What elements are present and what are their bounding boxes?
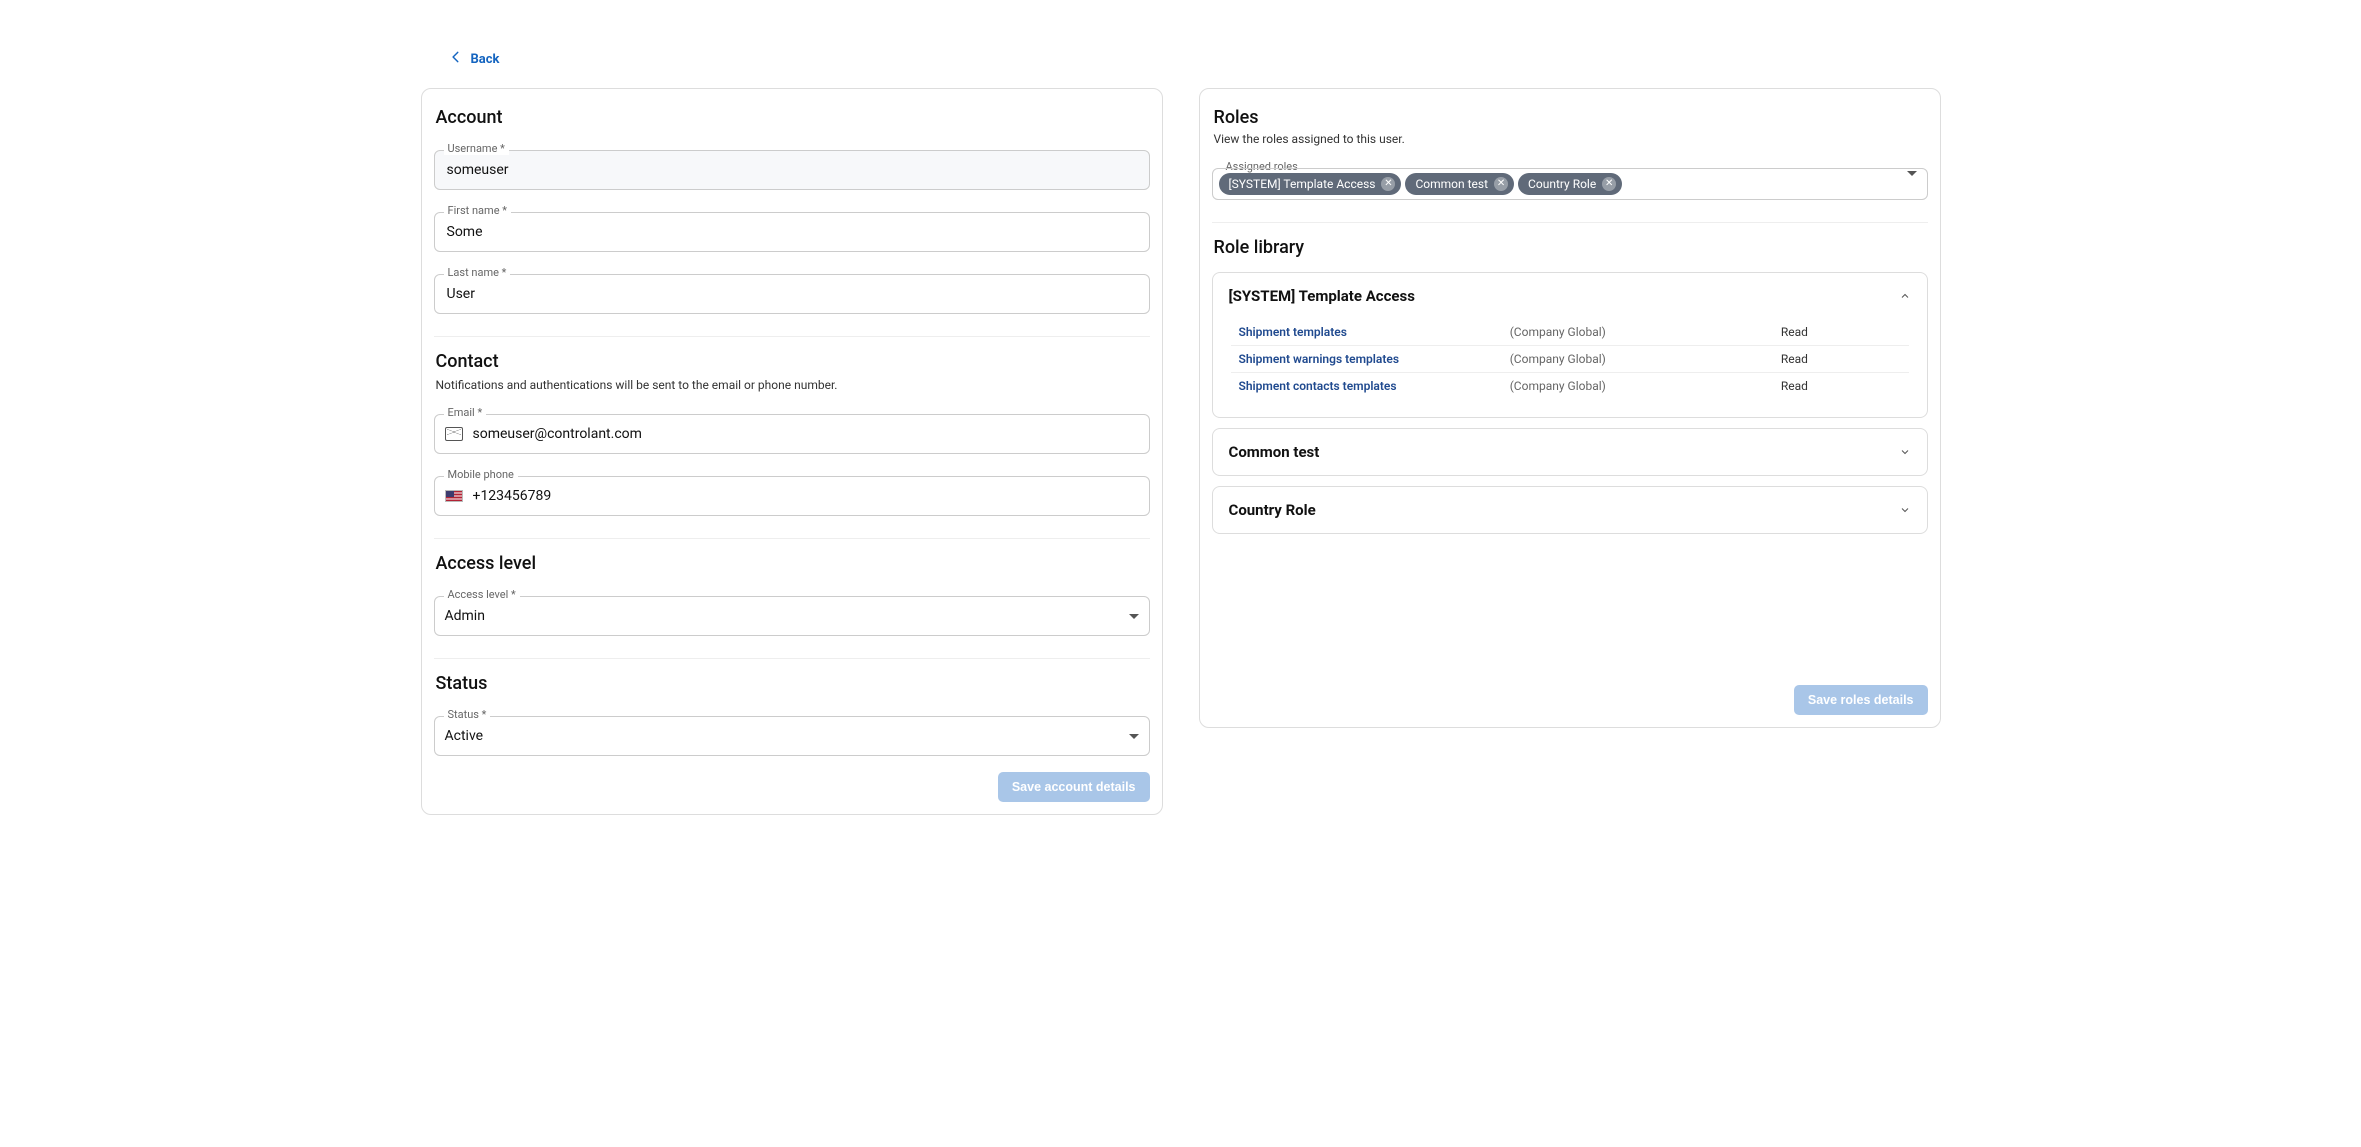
table-row: Shipment warnings templates(Company Glob… bbox=[1231, 346, 1909, 373]
divider bbox=[434, 658, 1150, 659]
email-field: Email * bbox=[434, 414, 1150, 454]
firstname-input[interactable] bbox=[445, 223, 1139, 241]
divider bbox=[434, 538, 1150, 539]
envelope-icon bbox=[445, 427, 463, 441]
role-accordion-header[interactable]: Country Role bbox=[1213, 487, 1927, 533]
role-library-item: Country Role bbox=[1212, 486, 1928, 534]
back-link[interactable]: Back bbox=[421, 30, 500, 88]
role-chip: Country Role ✕ bbox=[1518, 173, 1622, 195]
role-chip-label: Country Role bbox=[1528, 175, 1596, 193]
roles-heading: Roles bbox=[1214, 107, 1926, 128]
permission-name: Shipment warnings templates bbox=[1231, 346, 1502, 373]
permission-name: Shipment templates bbox=[1231, 319, 1502, 346]
divider bbox=[434, 336, 1150, 337]
role-library-item: [SYSTEM] Template Access Shipment templat… bbox=[1212, 272, 1928, 418]
access-heading: Access level bbox=[436, 553, 1148, 574]
lastname-field: Last name * bbox=[434, 274, 1150, 314]
permission-scope: (Company Global) bbox=[1502, 373, 1773, 400]
firstname-field: First name * bbox=[434, 212, 1150, 252]
lastname-input[interactable] bbox=[445, 285, 1139, 303]
permission-level: Read bbox=[1773, 346, 1909, 373]
remove-chip-icon[interactable]: ✕ bbox=[1381, 177, 1395, 191]
chevron-down-icon bbox=[1899, 504, 1911, 516]
divider bbox=[1212, 222, 1928, 223]
role-name: [SYSTEM] Template Access bbox=[1229, 287, 1415, 305]
permission-scope: (Company Global) bbox=[1502, 346, 1773, 373]
email-label: Email * bbox=[444, 406, 487, 419]
username-label: Username * bbox=[444, 142, 509, 155]
remove-chip-icon[interactable]: ✕ bbox=[1494, 177, 1508, 191]
status-heading: Status bbox=[436, 673, 1148, 694]
table-row: Shipment contacts templates(Company Glob… bbox=[1231, 373, 1909, 400]
role-name: Country Role bbox=[1229, 501, 1316, 519]
access-level-value: Admin bbox=[445, 608, 1121, 624]
role-chip-label: Common test bbox=[1415, 175, 1488, 193]
lastname-label: Last name * bbox=[444, 266, 511, 279]
username-input[interactable] bbox=[445, 161, 1139, 179]
back-label: Back bbox=[471, 52, 500, 67]
permission-level: Read bbox=[1773, 373, 1909, 400]
save-account-button[interactable]: Save account details bbox=[998, 772, 1150, 802]
permission-level: Read bbox=[1773, 319, 1909, 346]
role-chip-label: [SYSTEM] Template Access bbox=[1229, 175, 1376, 193]
status-field[interactable]: Status * Active bbox=[434, 716, 1150, 756]
firstname-label: First name * bbox=[444, 204, 512, 217]
username-field: Username * bbox=[434, 150, 1150, 190]
email-input[interactable] bbox=[471, 425, 1139, 443]
chevron-down-icon bbox=[1129, 734, 1139, 739]
chevron-up-icon bbox=[1899, 290, 1911, 302]
roles-subtext: View the roles assigned to this user. bbox=[1214, 132, 1926, 146]
role-chip: Common test ✕ bbox=[1405, 173, 1514, 195]
arrow-left-icon bbox=[449, 50, 463, 68]
role-accordion-header[interactable]: [SYSTEM] Template Access bbox=[1213, 273, 1927, 319]
us-flag-icon[interactable] bbox=[445, 490, 463, 502]
role-name: Common test bbox=[1229, 443, 1320, 461]
role-accordion-header[interactable]: Common test bbox=[1213, 429, 1927, 475]
phone-field: Mobile phone bbox=[434, 476, 1150, 516]
role-library-item: Common test bbox=[1212, 428, 1928, 476]
access-level-field[interactable]: Access level * Admin bbox=[434, 596, 1150, 636]
chevron-down-icon bbox=[1899, 446, 1911, 458]
status-label: Status * bbox=[444, 708, 491, 721]
status-value: Active bbox=[445, 728, 1121, 744]
role-chip: [SYSTEM] Template Access ✕ bbox=[1219, 173, 1402, 195]
phone-input[interactable] bbox=[471, 487, 1139, 505]
account-card: Account Username * First name * Last nam… bbox=[421, 88, 1163, 815]
remove-chip-icon[interactable]: ✕ bbox=[1602, 177, 1616, 191]
permission-name: Shipment contacts templates bbox=[1231, 373, 1502, 400]
save-roles-button[interactable]: Save roles details bbox=[1794, 685, 1928, 715]
permission-scope: (Company Global) bbox=[1502, 319, 1773, 346]
assigned-roles-field[interactable]: Assigned roles [SYSTEM] Template Access✕… bbox=[1212, 168, 1928, 200]
table-row: Shipment templates(Company Global)Read bbox=[1231, 319, 1909, 346]
chevron-down-icon[interactable] bbox=[1907, 176, 1917, 192]
permissions-table: Shipment templates(Company Global)ReadSh… bbox=[1231, 319, 1909, 399]
roles-card: Roles View the roles assigned to this us… bbox=[1199, 88, 1941, 728]
account-heading: Account bbox=[436, 107, 1148, 128]
role-library-heading: Role library bbox=[1214, 237, 1926, 258]
contact-heading: Contact bbox=[436, 351, 1148, 372]
chevron-down-icon bbox=[1129, 614, 1139, 619]
access-level-label: Access level * bbox=[444, 588, 520, 601]
phone-label: Mobile phone bbox=[444, 468, 518, 481]
contact-subtext: Notifications and authentications will b… bbox=[436, 378, 1148, 392]
